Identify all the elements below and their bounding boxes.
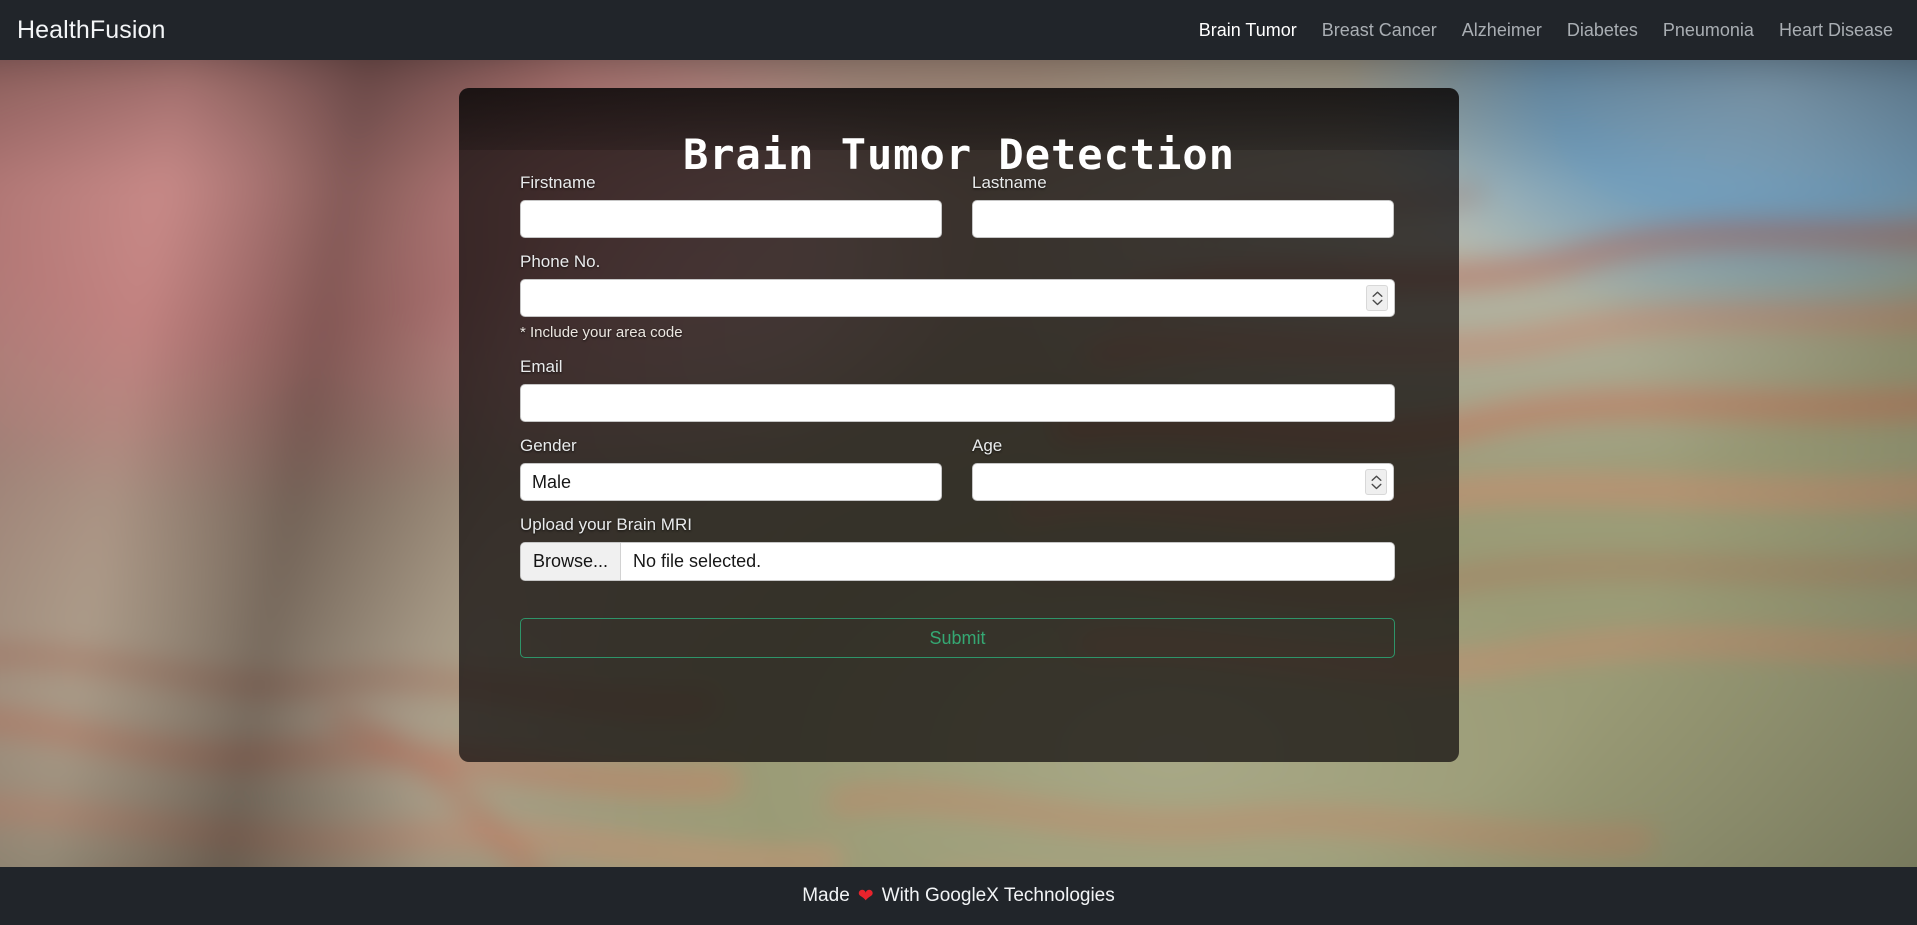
phone-label: Phone No. xyxy=(520,252,601,271)
firstname-field-group: Firstname xyxy=(520,172,942,238)
name-row: Firstname Lastname xyxy=(520,172,1398,251)
chevron-down-icon xyxy=(1371,483,1381,489)
primary-nav: Brain Tumor Breast Cancer Alzheimer Diab… xyxy=(1199,20,1893,41)
nav-link-alzheimer[interactable]: Alzheimer xyxy=(1462,20,1542,41)
gender-select[interactable]: Male xyxy=(520,463,942,501)
nav-link-breast-cancer[interactable]: Breast Cancer xyxy=(1322,20,1437,41)
upload-field-group: Upload your Brain MRI Browse... No file … xyxy=(520,514,1395,581)
email-input[interactable] xyxy=(520,384,1395,422)
lastname-input[interactable] xyxy=(972,200,1394,238)
phone-field-group: Phone No. * Include your area code xyxy=(520,251,1395,343)
footer-made-text: Made xyxy=(802,885,850,906)
phone-number-stepper[interactable] xyxy=(1366,285,1388,311)
footer-bar: Made ❤ With GoogleX Technologies xyxy=(0,867,1917,925)
footer-rest-text: With GoogleX Technologies xyxy=(881,885,1115,906)
nav-link-brain-tumor[interactable]: Brain Tumor xyxy=(1199,20,1297,41)
chevron-up-icon xyxy=(1372,291,1382,297)
phone-input[interactable] xyxy=(520,279,1395,317)
chevron-up-icon xyxy=(1371,475,1381,481)
nav-link-diabetes[interactable]: Diabetes xyxy=(1567,20,1638,41)
gender-value: Male xyxy=(532,472,572,492)
gender-field-group: Gender Male xyxy=(520,435,942,501)
email-field-group: Email xyxy=(520,356,1395,422)
file-status-text: No file selected. xyxy=(633,551,762,571)
firstname-input[interactable] xyxy=(520,200,942,238)
gender-age-row: Gender Male Age xyxy=(520,435,1398,514)
gender-label: Gender xyxy=(520,436,577,455)
age-label: Age xyxy=(972,436,1003,455)
age-input[interactable] xyxy=(972,463,1394,501)
submit-row: Submit xyxy=(520,618,1398,668)
top-navbar: HealthFusion Brain Tumor Breast Cancer A… xyxy=(0,0,1917,60)
firstname-label: Firstname xyxy=(520,173,596,192)
brand-logo[interactable]: HealthFusion xyxy=(17,16,166,45)
submit-button[interactable]: Submit xyxy=(520,618,1395,658)
age-field-group: Age xyxy=(972,435,1394,501)
brain-tumor-form-card: Brain Tumor Detection Firstname Lastname xyxy=(459,88,1459,762)
lastname-label: Lastname xyxy=(972,173,1047,192)
phone-hint: * Include your area code xyxy=(520,324,683,341)
card-title-band: Brain Tumor Detection xyxy=(459,88,1459,178)
app-root: HealthFusion Brain Tumor Breast Cancer A… xyxy=(0,0,1917,925)
lastname-field-group: Lastname xyxy=(972,172,1394,238)
nav-link-heart-disease[interactable]: Heart Disease xyxy=(1779,20,1893,41)
email-label: Email xyxy=(520,357,563,376)
upload-label: Upload your Brain MRI xyxy=(520,515,692,534)
chevron-down-icon xyxy=(1372,299,1382,305)
footer-credit: Made ❤ With GoogleX Technologies xyxy=(802,885,1115,907)
browse-button[interactable]: Browse... xyxy=(521,543,622,580)
age-number-stepper[interactable] xyxy=(1365,469,1387,495)
nav-link-pneumonia[interactable]: Pneumonia xyxy=(1663,20,1754,41)
form-body: Firstname Lastname Phone No. * Include y… xyxy=(459,150,1459,668)
file-input[interactable]: Browse... No file selected. xyxy=(520,542,1395,581)
heart-icon: ❤ xyxy=(857,885,874,907)
